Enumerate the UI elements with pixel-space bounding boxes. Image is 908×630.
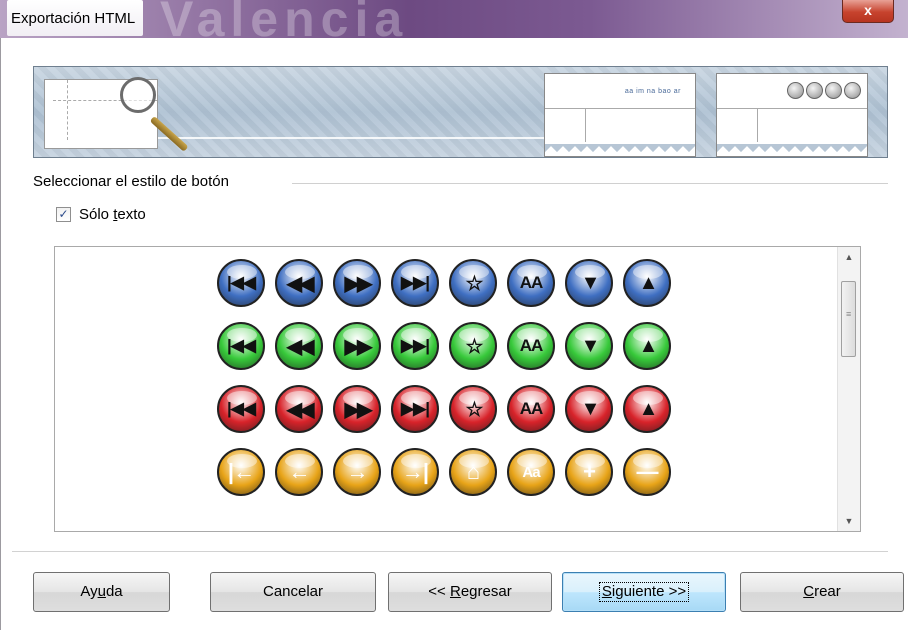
button-style-group-label: Seleccionar el estilo de botón — [33, 173, 229, 190]
green-previous-icon: ◀◀ — [275, 322, 323, 370]
scroll-down-arrow-icon[interactable]: ▼ — [838, 511, 860, 531]
group-divider — [292, 183, 888, 184]
grip-icon: ≡ — [846, 309, 852, 319]
blue-last-icon: ▶▶| — [391, 259, 439, 307]
window-title: Exportación HTML — [7, 0, 144, 36]
glyph: ☆ — [465, 272, 484, 295]
red-previous-icon: ◀◀ — [275, 385, 323, 433]
next-button[interactable]: Siguiente >> — [562, 572, 726, 612]
glyph: |← — [227, 459, 255, 484]
glyph: ▼ — [580, 271, 601, 294]
glyph: ▲ — [638, 334, 659, 357]
glyph: ▶▶| — [401, 336, 430, 355]
green-next-icon: ▶▶ — [333, 322, 381, 370]
green-text-size-icon: AA — [507, 322, 555, 370]
blue-next-icon: ▶▶ — [333, 259, 381, 307]
glyph: ◀◀ — [286, 272, 315, 295]
glyph: ☆ — [465, 335, 484, 358]
glyph: + — [583, 459, 596, 484]
back-button[interactable]: << Regresar — [388, 572, 552, 612]
glyph: AA — [519, 399, 544, 418]
green-down-icon: ▼ — [565, 322, 613, 370]
button-style-row-green[interactable]: |◀◀ ◀◀ ▶▶ ▶▶| ☆ AA ▼ ▲ — [217, 322, 671, 370]
glyph: |◀◀ — [227, 336, 256, 355]
glyph: |◀◀ — [227, 273, 256, 292]
thumbnail-menu-text: aa im na bao ar — [624, 88, 681, 95]
orange-down-icon: + — [565, 448, 613, 496]
scroll-up-arrow-icon[interactable]: ▲ — [838, 247, 860, 267]
green-up-icon: ▲ — [623, 322, 671, 370]
glyph: ◀◀ — [286, 335, 315, 358]
text-only-label[interactable]: Sólo texto — [79, 206, 146, 223]
orange-bookmark-icon: ⌂ — [449, 448, 497, 496]
button-style-row-red[interactable]: |◀◀ ◀◀ ▶▶ ▶▶| ☆ AA ▼ ▲ — [217, 385, 671, 433]
footer-separator — [12, 551, 888, 552]
glyph: ▲ — [638, 271, 659, 294]
scroll-thumb[interactable]: ≡ — [841, 281, 856, 357]
cancel-button[interactable]: Cancelar — [210, 572, 376, 612]
red-up-icon: ▲ — [623, 385, 671, 433]
create-button[interactable]: Crear — [740, 572, 904, 612]
glyph: ▲ — [638, 397, 659, 420]
blue-down-icon: ▼ — [565, 259, 613, 307]
glyph: ← — [288, 459, 311, 484]
wizard-banner: aa im na bao ar — [33, 66, 888, 158]
button-style-row-orange[interactable]: |← ← → →| ⌂ Aa + — — [217, 448, 671, 496]
glyph: → — [346, 459, 369, 484]
title-bar: Valencia Exportación HTML x — [0, 0, 908, 47]
red-text-size-icon: AA — [507, 385, 555, 433]
glyph: →| — [401, 459, 429, 484]
green-last-icon: ▶▶| — [391, 322, 439, 370]
glyph: ▶▶| — [401, 273, 430, 292]
orange-up-icon: — — [623, 448, 671, 496]
magnifier-icon — [120, 77, 156, 113]
text-only-checkbox[interactable]: ✓ — [56, 207, 71, 222]
red-first-icon: |◀◀ — [217, 385, 265, 433]
glyph: ⌂ — [466, 459, 480, 484]
blue-up-icon: ▲ — [623, 259, 671, 307]
glyph: ▼ — [580, 397, 601, 420]
green-bookmark-icon: ☆ — [449, 322, 497, 370]
text-nav-thumbnail: aa im na bao ar — [544, 73, 696, 157]
orange-next-icon: → — [333, 448, 381, 496]
blue-text-size-icon: AA — [507, 259, 555, 307]
glyph: ▶▶ — [344, 398, 373, 421]
glyph: — — [636, 459, 659, 484]
red-last-icon: ▶▶| — [391, 385, 439, 433]
blue-bookmark-icon: ☆ — [449, 259, 497, 307]
glyph: Aa — [522, 463, 540, 481]
vertical-scrollbar[interactable]: ▲ ≡ ▼ — [837, 247, 860, 531]
thumbnail-buttons-icon — [787, 82, 861, 99]
text-only-checkbox-row[interactable]: ✓ Sólo texto — [56, 206, 146, 223]
orange-text-size-icon: Aa — [507, 448, 555, 496]
glyph: ▶▶ — [344, 272, 373, 295]
glyph: ◀◀ — [286, 398, 315, 421]
glyph: AA — [519, 273, 544, 292]
button-nav-thumbnail — [716, 73, 868, 157]
glyph: ☆ — [465, 398, 484, 421]
close-button[interactable]: x — [842, 0, 894, 23]
orange-last-icon: →| — [391, 448, 439, 496]
help-button[interactable]: Ayuda — [33, 572, 170, 612]
orange-first-icon: |← — [217, 448, 265, 496]
glyph: |◀◀ — [227, 399, 256, 418]
glyph: ▼ — [580, 334, 601, 357]
button-style-row-blue[interactable]: |◀◀ ◀◀ ▶▶ ▶▶| ☆ AA ▼ ▲ — [217, 259, 671, 307]
glyph: AA — [519, 336, 544, 355]
button-style-grid: |◀◀ ◀◀ ▶▶ ▶▶| ☆ AA ▼ ▲ |◀◀ ◀◀ ▶▶ ▶▶| ☆ AA ▼ ▲ |◀◀ ◀◀ ▶▶ ▶▶|… — [217, 259, 671, 511]
blue-previous-icon: ◀◀ — [275, 259, 323, 307]
red-next-icon: ▶▶ — [333, 385, 381, 433]
red-bookmark-icon: ☆ — [449, 385, 497, 433]
orange-previous-icon: ← — [275, 448, 323, 496]
glyph: ▶▶ — [344, 335, 373, 358]
red-down-icon: ▼ — [565, 385, 613, 433]
button-style-list[interactable]: |◀◀ ◀◀ ▶▶ ▶▶| ☆ AA ▼ ▲ |◀◀ ◀◀ ▶▶ ▶▶| ☆ AA ▼ ▲ |◀◀ ◀◀ ▶▶ ▶▶|… — [54, 246, 861, 532]
check-mark-icon: ✓ — [58, 207, 69, 221]
blue-first-icon: |◀◀ — [217, 259, 265, 307]
glyph: ▶▶| — [401, 399, 430, 418]
green-first-icon: |◀◀ — [217, 322, 265, 370]
